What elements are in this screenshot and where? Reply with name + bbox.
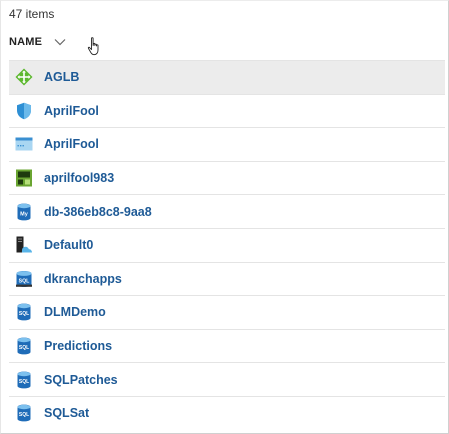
hand-cursor-icon — [87, 37, 99, 56]
list-item[interactable]: My db-386eb8c8-9aa8 — [9, 194, 445, 228]
list-item-label[interactable]: SQLSat — [44, 406, 89, 420]
list-item-label[interactable]: SQLPatches — [44, 373, 118, 387]
resource-list-panel: 47 items NAME AGLB AprilFool AprilFool apri… — [0, 0, 449, 434]
column-header-label: NAME — [9, 36, 43, 48]
svg-text:My: My — [20, 211, 29, 217]
list-item[interactable]: aprilfool983 — [9, 160, 445, 195]
list-item[interactable]: Default0 — [9, 227, 445, 262]
column-header-name[interactable]: NAME — [9, 31, 445, 53]
list-item[interactable]: AGLB — [9, 60, 445, 94]
list-item[interactable]: AprilFool — [9, 127, 445, 161]
list-item[interactable]: AprilFool — [9, 93, 445, 128]
shield-icon — [15, 102, 33, 120]
chevron-down-icon[interactable] — [54, 38, 66, 46]
list-item[interactable]: SQL dkranchapps — [9, 261, 445, 296]
resource-list: AGLB AprilFool AprilFool aprilfool983 My db-3… — [9, 60, 445, 430]
server-cloud-icon — [15, 236, 33, 254]
item-count: 47 items — [9, 7, 55, 21]
svg-text:SQL: SQL — [19, 278, 30, 284]
list-item[interactable]: SQL SQLSat — [9, 395, 445, 430]
list-item-label[interactable]: DLMDemo — [44, 305, 106, 319]
sql-database-icon: SQL — [15, 303, 33, 321]
list-item-label[interactable]: Default0 — [44, 238, 93, 252]
list-item-label[interactable]: AprilFool — [44, 137, 99, 151]
list-item[interactable]: SQL DLMDemo — [9, 295, 445, 329]
sql-database-icon: SQL — [15, 337, 33, 355]
list-item[interactable]: SQL Predictions — [9, 328, 445, 363]
storage-account-icon — [15, 169, 33, 187]
svg-text:SQL: SQL — [19, 412, 29, 418]
list-item-label[interactable]: db-386eb8c8-9aa8 — [44, 205, 152, 219]
list-item-label[interactable]: aprilfool983 — [44, 171, 114, 185]
svg-text:SQL: SQL — [19, 379, 29, 385]
svg-text:SQL: SQL — [19, 312, 29, 318]
list-item-label[interactable]: Predictions — [44, 339, 112, 353]
mysql-database-icon: My — [15, 203, 33, 221]
app-service-plan-icon — [15, 135, 33, 153]
load-balancer-icon — [15, 68, 33, 86]
list-item-label[interactable]: AGLB — [44, 70, 79, 84]
sql-server-icon: SQL — [15, 270, 33, 288]
sql-database-icon: SQL — [15, 404, 33, 422]
sql-database-icon: SQL — [15, 371, 33, 389]
list-item-label[interactable]: dkranchapps — [44, 272, 122, 286]
svg-text:SQL: SQL — [19, 345, 29, 351]
list-item[interactable]: SQL SQLPatches — [9, 362, 445, 396]
list-item-label[interactable]: AprilFool — [44, 104, 99, 118]
